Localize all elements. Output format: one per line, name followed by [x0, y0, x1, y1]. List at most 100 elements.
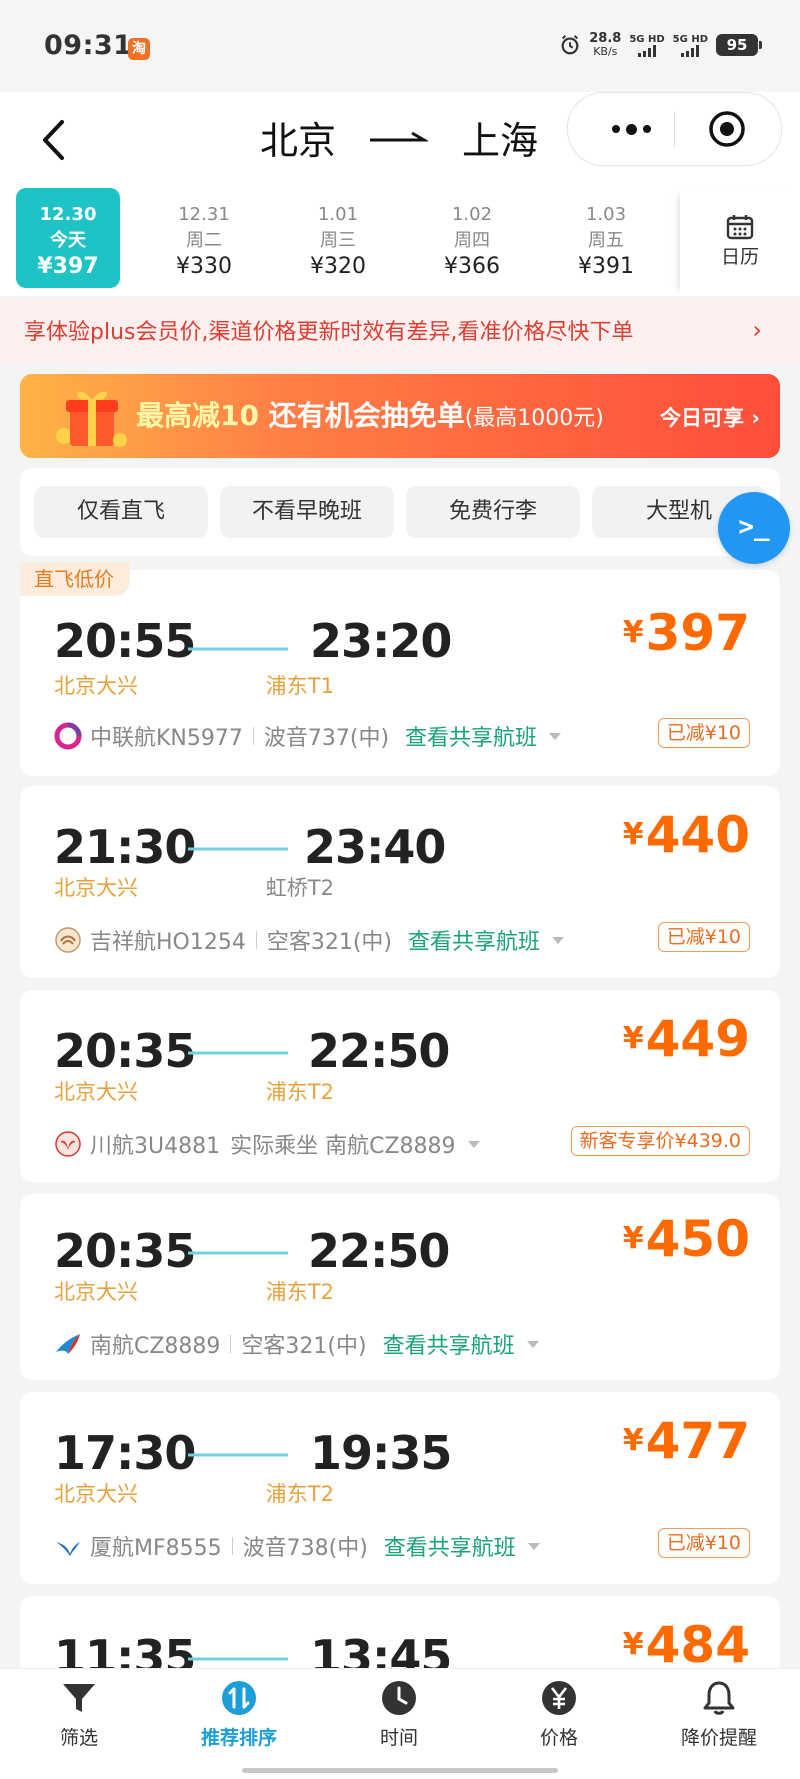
price-icon — [542, 1681, 576, 1715]
quick-filter-bar: 仅看直飞 不看早晚班 免费行李 大型机 — [20, 468, 780, 556]
from-city: 北京 — [260, 119, 337, 163]
view-codeshare-link[interactable]: 查看共享航班 — [405, 720, 537, 752]
filter-no-early-late[interactable]: 不看早晚班 — [220, 486, 394, 538]
view-codeshare-link[interactable]: 查看共享航班 — [383, 1328, 515, 1360]
date-tab-weekday: 周四 — [454, 230, 490, 251]
caret-down-icon — [549, 732, 562, 740]
gift-box-icon — [56, 391, 127, 447]
departure-airport: 北京大兴 — [54, 1080, 138, 1104]
separator — [230, 1335, 232, 1353]
arrival-time: 23:20 — [310, 614, 452, 668]
date-tab-price: ¥397 — [37, 254, 99, 279]
currency-symbol: ¥ — [622, 1627, 644, 1662]
date-tab-price: ¥366 — [444, 254, 500, 279]
departure-time: 20:35 — [54, 1224, 196, 1278]
date-tab-date: 12.31 — [178, 204, 230, 225]
date-tab-weekday: 今天 — [50, 230, 86, 251]
direct-low-price-tag: 直飞低价 — [20, 562, 130, 596]
flight-price: ¥449 — [623, 1010, 750, 1068]
back-button[interactable] — [28, 112, 78, 168]
date-tab-weekday: 周五 — [588, 230, 624, 251]
promo-text: 还有机会抽免单 — [258, 399, 465, 432]
airline-flight-no: 南航CZ8889 — [90, 1334, 221, 1359]
filter-icon — [63, 1684, 95, 1712]
taobao-notification-icon: 淘 — [128, 38, 150, 60]
aircraft-type: 空客321(中) — [241, 1334, 367, 1359]
flight-price: ¥477 — [623, 1412, 750, 1470]
arrival-time: 22:50 — [308, 1024, 450, 1078]
caret-down-icon — [467, 1140, 480, 1148]
juneyao-airlines-logo-icon — [55, 927, 81, 953]
calendar-icon — [726, 215, 754, 240]
signal-2-label: 5G HD — [672, 33, 708, 45]
flight-card[interactable]: 20:35 22:50 北京大兴 浦东T2 ¥449 川航3U4881 实际乘坐… — [20, 990, 780, 1182]
airline-flight-no: 吉祥航HO1254 — [90, 930, 246, 955]
capsule-divider — [674, 111, 675, 147]
nav-time-label: 时间 — [379, 1727, 418, 1749]
departure-time: 20:35 — [54, 1024, 196, 1078]
nav-recommended-sort[interactable]: 推荐排序 — [184, 1679, 294, 1750]
flight-card[interactable]: 20:35 22:50 北京大兴 浦东T2 ¥450 南航CZ8889 空客32… — [20, 1194, 780, 1380]
flight-card[interactable]: 20:55 23:20 北京大兴 浦东T1 ¥397 中联航KN5977 波音7… — [20, 570, 780, 776]
bottom-nav: 筛选 推荐排序 时间 价格 降价提醒 — [0, 1668, 800, 1779]
date-tab-0103[interactable]: 1.03 周五 ¥391 — [554, 188, 658, 288]
to-city: 上海 — [462, 119, 539, 163]
price-value: 477 — [645, 1412, 750, 1470]
home-indicator[interactable] — [242, 1768, 558, 1773]
date-tab-0101[interactable]: 1.01 周三 ¥320 — [286, 188, 390, 288]
view-codeshare-link[interactable]: 查看共享航班 — [408, 924, 540, 956]
price-value: 397 — [645, 604, 750, 662]
date-tab-date: 1.03 — [585, 204, 627, 225]
caret-down-icon — [552, 936, 565, 944]
view-codeshare-link[interactable]: 查看共享航班 — [384, 1530, 516, 1562]
promo-banner[interactable]: 最高减10 还有机会抽免单(最高1000元) 今日可享 › — [20, 374, 780, 458]
filter-free-baggage[interactable]: 免费行李 — [406, 486, 580, 538]
filter-direct-only[interactable]: 仅看直飞 — [34, 486, 208, 538]
mini-program-capsule — [567, 92, 782, 166]
airline-flight-no: 川航3U4881 — [90, 1134, 221, 1159]
price-notice-banner[interactable]: 享体验plus会员价,渠道价格更新时效有差异,看准价格尽快下单 › — [0, 298, 800, 364]
date-tab-1231[interactable]: 12.31 周二 ¥330 — [152, 188, 256, 288]
nav-price[interactable]: 价格 — [504, 1679, 614, 1750]
flight-line-icon — [188, 647, 288, 651]
date-tab-0102[interactable]: 1.02 周四 ¥366 — [420, 188, 524, 288]
nav-price-alert[interactable]: 降价提醒 — [664, 1679, 774, 1750]
china-united-airlines-logo-icon — [54, 722, 82, 750]
dot-icon — [625, 123, 637, 135]
aircraft-type: 波音738(中) — [242, 1536, 368, 1561]
console-button[interactable]: >_ — [718, 492, 790, 564]
date-tab-1230[interactable]: 12.30 今天 ¥397 — [16, 188, 120, 288]
airline-flight-no: 厦航MF8555 — [90, 1536, 222, 1561]
route-title[interactable]: 北京 上海 — [260, 110, 538, 165]
status-bar: 09:31 淘 28.8 KB/s 5G HD 5G HD 95 — [0, 0, 800, 92]
flight-card[interactable]: 21:30 23:40 北京大兴 虹桥T2 ¥440 吉祥航HO1254 空客3… — [20, 786, 780, 978]
departure-time: 17:30 — [54, 1426, 196, 1480]
departure-time: 21:30 — [54, 820, 196, 874]
flight-line-icon — [188, 1657, 288, 1661]
promo-title: 最高减10 还有机会抽免单(最高1000元) — [136, 394, 604, 434]
flight-line-icon — [188, 847, 288, 851]
chevron-right-icon: › — [752, 316, 762, 344]
alarm-icon — [561, 35, 579, 55]
arrival-airport: 虹桥T2 — [265, 876, 334, 900]
more-options-button[interactable] — [596, 93, 666, 165]
close-mini-program-icon[interactable] — [708, 110, 746, 148]
flight-card[interactable]: 17:30 19:35 北京大兴 浦东T2 ¥477 厦航MF8555 波音73… — [20, 1392, 780, 1584]
calendar-button[interactable]: 日历 — [680, 188, 800, 296]
arrival-time: 22:50 — [308, 1224, 450, 1278]
currency-symbol: ¥ — [622, 1221, 644, 1256]
date-tab-date: 1.01 — [317, 204, 359, 225]
sort-icon — [222, 1681, 256, 1715]
price-value: 484 — [645, 1616, 750, 1674]
header: 北京 上海 — [0, 92, 800, 188]
flight-price: ¥450 — [623, 1210, 750, 1268]
nav-filter[interactable]: 筛选 — [24, 1679, 134, 1750]
chevron-left-icon — [43, 120, 64, 160]
caret-down-icon — [526, 1340, 539, 1348]
nav-time[interactable]: 时间 — [344, 1679, 454, 1750]
battery-icon: 95 — [716, 34, 762, 56]
signal-1: 5G HD — [629, 34, 665, 57]
price-value: 449 — [645, 1010, 750, 1068]
currency-symbol: ¥ — [622, 817, 644, 852]
price-value: 450 — [645, 1210, 750, 1268]
